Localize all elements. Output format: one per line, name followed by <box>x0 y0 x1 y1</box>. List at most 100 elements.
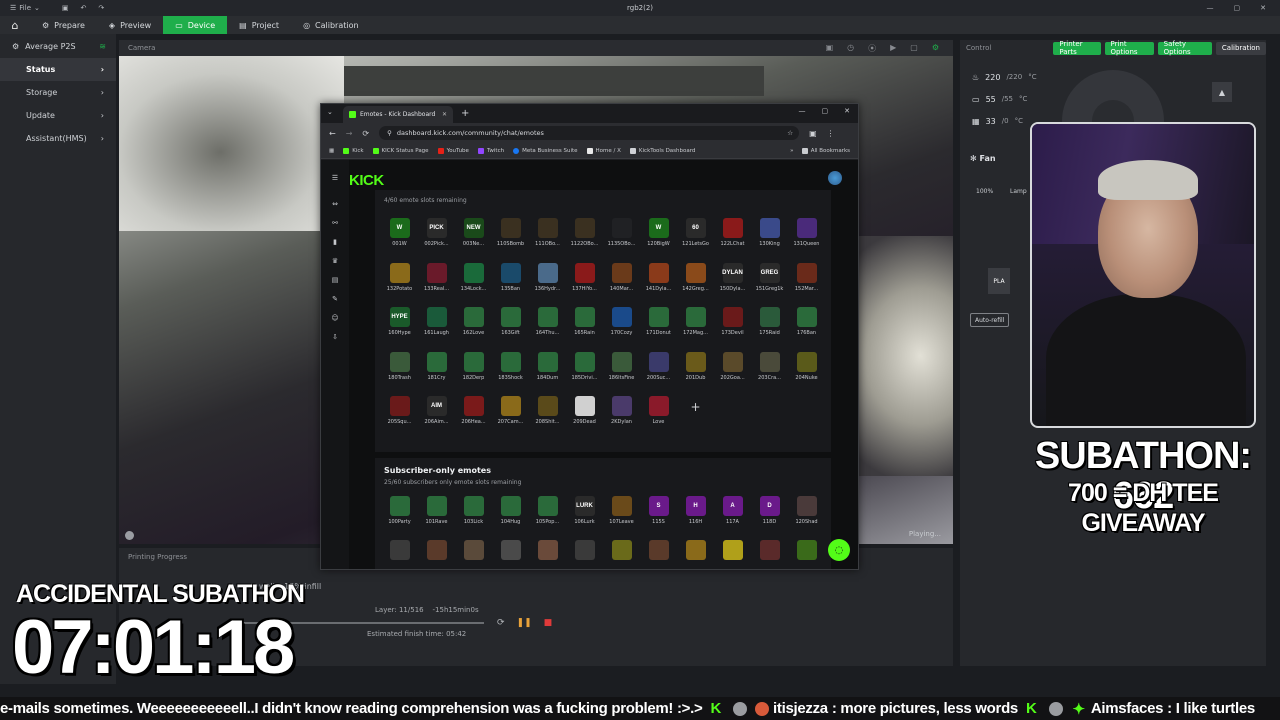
emote-item[interactable]: 101Rave <box>418 488 455 532</box>
emote-item[interactable]: 201Dub <box>677 344 714 389</box>
emote-item[interactable]: 173Devil <box>714 299 751 344</box>
bookmark-twitch[interactable]: Twitch <box>477 147 504 154</box>
emote-item[interactable] <box>492 532 529 569</box>
emote-item[interactable]: 164Thu... <box>529 299 566 344</box>
emote-item[interactable]: 171Donut <box>640 299 677 344</box>
emote-item[interactable]: 183Shock <box>492 344 529 389</box>
undo-icon[interactable]: ↶ <box>81 4 87 12</box>
emote-item[interactable]: 172Mag... <box>677 299 714 344</box>
emote-item[interactable]: 209Dead <box>566 388 603 433</box>
emote-item[interactable]: A 117A <box>714 488 751 532</box>
emote-item[interactable]: 175Raid <box>751 299 788 344</box>
kick-logo[interactable]: KICK <box>349 172 384 189</box>
emote-item[interactable] <box>418 532 455 569</box>
emote-item[interactable]: W 120BigW <box>640 210 677 255</box>
menu-icon[interactable]: ☰ <box>321 174 349 182</box>
tab-calibration[interactable]: ◎ Calibration <box>291 16 371 34</box>
file-menu[interactable]: ☰ File ⌄ <box>0 4 40 12</box>
reload-icon[interactable]: ⟳ <box>362 129 369 138</box>
emote-item[interactable]: 206Hea... <box>455 388 492 433</box>
emote-item[interactable]: 152Mar... <box>788 255 825 300</box>
extensions-icon[interactable]: ▣ <box>809 129 817 138</box>
download-icon[interactable]: ⇩ <box>321 333 349 341</box>
minimize-icon[interactable]: — <box>1207 4 1214 12</box>
emote-item[interactable]: 132Potato <box>381 255 418 300</box>
chat-icon[interactable]: ▤ <box>321 276 349 284</box>
emote-item[interactable] <box>603 532 640 569</box>
emote-item[interactable]: 60 121LetsGo <box>677 210 714 255</box>
emote-item[interactable] <box>751 532 788 569</box>
emote-item[interactable]: AIM 206Aim... <box>418 388 455 433</box>
emote-item[interactable]: 1122OBo... <box>566 210 603 255</box>
safety-options-button[interactable]: Safety Options <box>1157 40 1212 56</box>
stop-button[interactable]: ■ <box>544 618 553 628</box>
community-icon[interactable]: ☺ <box>321 314 349 322</box>
sidebar-item-update[interactable]: Update › <box>0 104 116 127</box>
back-icon[interactable]: ← <box>329 129 336 138</box>
emote-item[interactable]: DYLAN 150Dyla... <box>714 255 751 300</box>
close-icon[interactable]: ✕ <box>1260 4 1266 12</box>
bookmark-star-icon[interactable]: ☆ <box>787 129 793 137</box>
redo-icon[interactable]: ↷ <box>98 4 104 12</box>
apps-icon[interactable]: ▦ <box>329 148 334 154</box>
emote-item[interactable]: 182Derp <box>455 344 492 389</box>
collapse-icon[interactable]: ⇔ <box>321 200 349 208</box>
menu-dots-icon[interactable]: ⋮ <box>827 129 835 138</box>
emote-item[interactable]: 200Suc... <box>640 344 677 389</box>
emote-item[interactable]: 176Ban <box>788 299 825 344</box>
bookmark-kick-status[interactable]: KICK Status Page <box>372 147 429 154</box>
maximize-icon[interactable]: ▢ <box>1234 4 1241 12</box>
chat-bubble-button[interactable]: ◌ <box>828 539 850 561</box>
emote-item[interactable]: 100Party <box>381 488 418 532</box>
filament-slot[interactable]: PLA <box>988 268 1010 294</box>
emote-item[interactable] <box>788 532 825 569</box>
tab-device[interactable]: ▭ Device <box>163 16 228 34</box>
emote-item[interactable] <box>529 532 566 569</box>
emote-item[interactable]: 131Queen <box>788 210 825 255</box>
home-icon[interactable]: ⌂ <box>0 19 30 32</box>
emote-item[interactable]: 141Dyla... <box>640 255 677 300</box>
emote-item[interactable]: 136Hydr... <box>529 255 566 300</box>
all-bookmarks[interactable]: » All Bookmarks <box>790 147 850 154</box>
close-tab-icon[interactable]: ✕ <box>442 111 447 118</box>
save-icon[interactable]: ▣ <box>62 4 69 12</box>
emote-item[interactable]: D 118D <box>751 488 788 532</box>
emote-item[interactable] <box>566 532 603 569</box>
bookmark-kick[interactable]: Kick <box>343 147 364 154</box>
emote-item[interactable]: 130King <box>751 210 788 255</box>
emote-item[interactable]: 104Hug <box>492 488 529 532</box>
emote-item[interactable]: 202Goa... <box>714 344 751 389</box>
stats-icon[interactable]: ▮ <box>321 238 349 246</box>
browser-tab[interactable]: Emotes - Kick Dashboard ✕ <box>343 106 453 123</box>
emote-item[interactable]: 140Mar... <box>603 255 640 300</box>
user-avatar[interactable] <box>828 171 842 185</box>
tab-preview[interactable]: ◈ Preview <box>97 16 163 34</box>
refresh-icon[interactable]: ⟳ <box>497 618 505 628</box>
print-options-button[interactable]: Print Options <box>1104 40 1154 56</box>
emote-item[interactable]: 142Greg... <box>677 255 714 300</box>
emote-item[interactable]: Love <box>640 388 677 433</box>
chevron-down-icon[interactable]: ⌄ <box>34 4 40 12</box>
bookmark-x[interactable]: Home / X <box>586 147 621 154</box>
tab-project[interactable]: ▤ Project <box>227 16 291 34</box>
emote-item[interactable]: 180Trash <box>381 344 418 389</box>
emote-item[interactable]: 110SBomb <box>492 210 529 255</box>
emote-item[interactable]: GREG 151Greg1k <box>751 255 788 300</box>
bookmark-kicktools[interactable]: KickTools Dashboard <box>629 147 695 154</box>
emote-item[interactable]: 165Rain <box>566 299 603 344</box>
trophy-icon[interactable]: ♛ <box>321 257 349 265</box>
emote-item[interactable]: 103Lick <box>455 488 492 532</box>
emote-item[interactable]: 105Pop... <box>529 488 566 532</box>
camera-zoom-icon[interactable] <box>125 531 134 540</box>
emote-item[interactable]: 120Shad <box>788 488 825 532</box>
close-icon[interactable]: ✕ <box>844 107 850 115</box>
auto-refill-button[interactable]: Auto-refill <box>970 313 1010 327</box>
pause-button[interactable]: ❚❚ <box>517 618 532 628</box>
emote-item[interactable]: 207Cam... <box>492 388 529 433</box>
emote-item[interactable]: 133Real... <box>418 255 455 300</box>
emote-item[interactable]: 161Laugh <box>418 299 455 344</box>
emote-item[interactable]: 122LChat <box>714 210 751 255</box>
file-menu-label[interactable]: File <box>19 4 31 12</box>
maximize-icon[interactable]: ▢ <box>822 107 829 115</box>
fan-percent[interactable]: 100% <box>976 188 993 195</box>
